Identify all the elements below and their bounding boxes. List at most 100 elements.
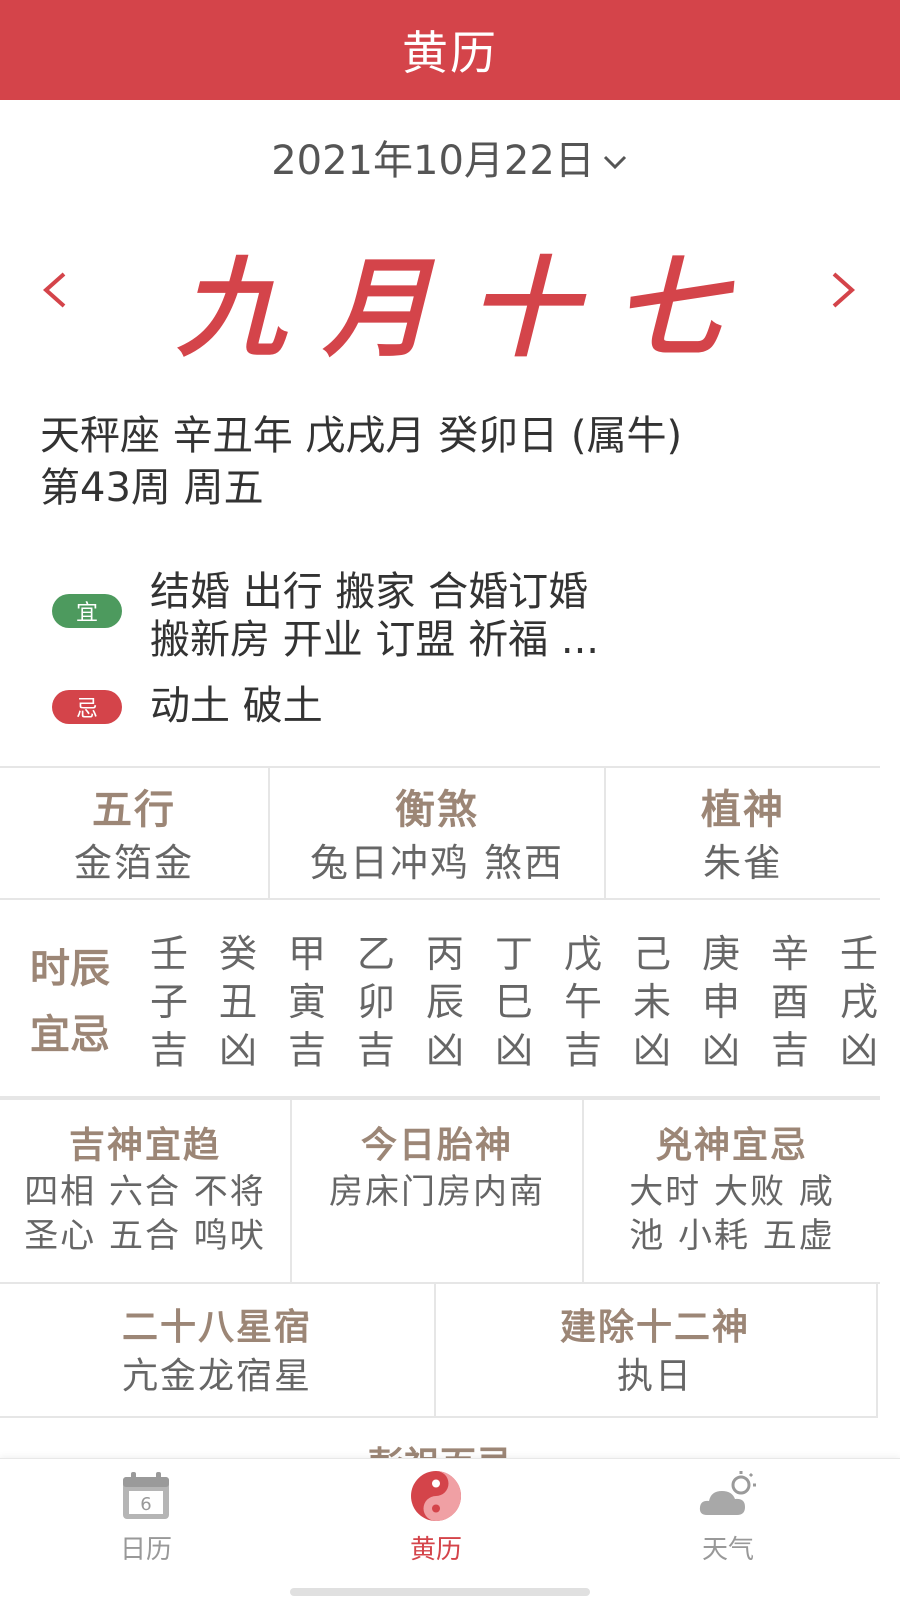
cell-value: 亢金龙宿星 xyxy=(121,1356,312,1397)
hour-stem: 戊 xyxy=(564,932,603,976)
hour-luck: 吉 xyxy=(357,1028,396,1072)
hour-branch: 丑 xyxy=(219,980,258,1024)
hour-stem: 辛 xyxy=(771,932,810,976)
tab-label: 日历 xyxy=(119,1535,172,1565)
weather-icon xyxy=(699,1471,756,1515)
value-line: 圣心 五合 鸣吠 xyxy=(24,1216,266,1256)
hour-column: 戊午吉 xyxy=(564,930,633,1074)
yi-badge: 宜 xyxy=(52,594,122,628)
hour-branch: 辰 xyxy=(426,980,465,1024)
hour-stem: 己 xyxy=(633,932,672,976)
cell-title: 植神 xyxy=(701,787,785,833)
value-line: 大时 大败 咸 xyxy=(629,1172,835,1212)
hour-stem: 乙 xyxy=(357,932,396,976)
cell-value: 大时 大败 咸 池 小耗 五虚 xyxy=(619,1170,845,1258)
hour-column: 癸丑凶 xyxy=(219,930,288,1074)
taishen-cell[interactable]: 今日胎神 房床门房内南 xyxy=(292,1100,584,1282)
cell-title: 吉神宜趋 xyxy=(68,1125,221,1166)
tab-huangli[interactable]: 黄历 xyxy=(356,1469,516,1566)
cell-title: 建除十二神 xyxy=(559,1307,750,1348)
yi-row: 宜 结婚 出行 搬家 合婚订婚 搬新房 开业 订盟 祈福 ... xyxy=(52,568,710,664)
home-indicator[interactable] xyxy=(290,1588,590,1596)
cell-value: 四相 六合 不将 圣心 五合 鸣吠 xyxy=(14,1170,276,1258)
hour-branch: 子 xyxy=(150,980,189,1024)
hour-stem: 丙 xyxy=(426,932,465,976)
value-line: 池 小耗 五虚 xyxy=(629,1216,835,1256)
ji-badge: 忌 xyxy=(52,690,122,724)
jishen-cell[interactable]: 吉神宜趋 四相 六合 不将 圣心 五合 鸣吠 xyxy=(0,1100,292,1282)
date-text: 2021年10月22日 xyxy=(271,138,595,184)
tab-weather[interactable]: 天气 xyxy=(648,1469,808,1566)
cell-title: 今日胎神 xyxy=(360,1125,513,1166)
cell-title: 衡煞 xyxy=(395,787,479,833)
date-selector[interactable]: 2021年10月22日 xyxy=(0,128,900,186)
hour-stem: 癸 xyxy=(219,932,258,976)
hour-luck: 凶 xyxy=(840,1028,879,1072)
page-title: 黄历 xyxy=(402,26,498,80)
hour-branch: 卯 xyxy=(357,980,396,1024)
tab-bar: 6 日历 黄历 天气 xyxy=(0,1458,900,1601)
cell-title: 兇神宜忌 xyxy=(655,1125,808,1166)
hour-branch: 午 xyxy=(564,980,603,1024)
hour-branch: 寅 xyxy=(288,980,327,1024)
cell-value: 金箔金 xyxy=(73,841,194,885)
yi-line-1: 结婚 出行 搬家 合婚订婚 xyxy=(150,569,589,615)
date-info: 天秤座 辛丑年 戊戌月 癸卯日 (属牛) 第43周 周五 xyxy=(40,410,880,514)
cell-value: 兔日冲鸡 煞西 xyxy=(309,841,565,885)
app-header: 黄历 xyxy=(0,0,900,100)
chevron-down-icon xyxy=(601,140,629,186)
value-line: 房床门房内南 xyxy=(329,1172,545,1212)
hour-branch: 酉 xyxy=(771,980,810,1024)
lunar-date: 九月十七 xyxy=(176,246,761,372)
cell-value: 朱雀 xyxy=(702,841,783,885)
hour-luck-section[interactable]: 时辰 宜忌 壬子吉癸丑凶甲寅吉乙卯吉丙辰凶丁巳凶戊午吉己未凶庚申凶辛酉吉壬戌凶 xyxy=(0,898,880,1098)
ji-row: 忌 动土 破土 xyxy=(52,682,710,730)
zhishen-cell[interactable]: 植神 朱雀 xyxy=(606,768,880,898)
hour-luck: 吉 xyxy=(771,1028,810,1072)
hour-stem: 庚 xyxy=(702,932,741,976)
jianchu-cell[interactable]: 建除十二神 执日 xyxy=(436,1284,874,1416)
almanac-row-4: 二十八星宿 亢金龙宿星 建除十二神 执日 xyxy=(0,1282,878,1418)
hour-column: 丙辰凶 xyxy=(426,930,495,1074)
hour-luck: 吉 xyxy=(564,1028,603,1072)
hour-column: 壬戌凶 xyxy=(840,930,880,1074)
hour-luck-label-line-2: 宜忌 xyxy=(30,1012,110,1058)
hour-stem: 壬 xyxy=(840,932,879,976)
xingxiu-cell[interactable]: 二十八星宿 亢金龙宿星 xyxy=(0,1284,436,1416)
yinyang-icon xyxy=(411,1471,461,1521)
pengzu-section-peek: 彭祖百忌 xyxy=(0,1436,880,1460)
hour-luck-label-line-1: 时辰 xyxy=(30,946,110,992)
xiongshen-cell[interactable]: 兇神宜忌 大时 大败 咸 池 小耗 五虚 xyxy=(584,1100,880,1282)
tab-label: 黄历 xyxy=(409,1535,462,1565)
value-line: 四相 六合 不将 xyxy=(24,1172,266,1212)
almanac-row-1: 五行 金箔金 衡煞 兔日冲鸡 煞西 植神 朱雀 xyxy=(0,766,880,900)
tab-calendar[interactable]: 6 日历 xyxy=(66,1469,226,1566)
week-line: 第43周 周五 xyxy=(40,465,264,511)
ji-text[interactable]: 动土 破土 xyxy=(150,682,710,730)
hour-column: 丁巳凶 xyxy=(495,930,564,1074)
hour-column: 己未凶 xyxy=(633,930,702,1074)
hour-column: 甲寅吉 xyxy=(288,930,357,1074)
cell-title: 五行 xyxy=(92,787,176,833)
cell-title: 二十八星宿 xyxy=(121,1307,312,1348)
hour-branch: 戌 xyxy=(840,980,879,1024)
hour-branch: 申 xyxy=(702,980,741,1024)
hour-luck-label: 时辰 宜忌 xyxy=(30,936,130,1068)
hour-column: 壬子吉 xyxy=(150,930,219,1074)
yi-text[interactable]: 结婚 出行 搬家 合婚订婚 搬新房 开业 订盟 祈福 ... xyxy=(150,568,710,664)
hour-column: 乙卯吉 xyxy=(357,930,426,1074)
hour-branch: 巳 xyxy=(495,980,534,1024)
hour-stem: 丁 xyxy=(495,932,534,976)
wuxing-cell[interactable]: 五行 金箔金 xyxy=(0,768,270,898)
hour-luck: 吉 xyxy=(288,1028,327,1072)
svg-text:6: 6 xyxy=(140,1494,151,1515)
ganzhi-line: 天秤座 辛丑年 戊戌月 癸卯日 (属牛) xyxy=(40,413,683,459)
hour-luck: 吉 xyxy=(150,1028,189,1072)
hour-stem: 壬 xyxy=(150,932,189,976)
hour-luck: 凶 xyxy=(702,1028,741,1072)
chongsha-cell[interactable]: 衡煞 兔日冲鸡 煞西 xyxy=(270,768,606,898)
hour-luck: 凶 xyxy=(495,1028,534,1072)
yi-line-2: 搬新房 开业 订盟 祈福 ... xyxy=(150,617,600,663)
hour-luck: 凶 xyxy=(633,1028,672,1072)
tab-label: 天气 xyxy=(701,1535,754,1565)
